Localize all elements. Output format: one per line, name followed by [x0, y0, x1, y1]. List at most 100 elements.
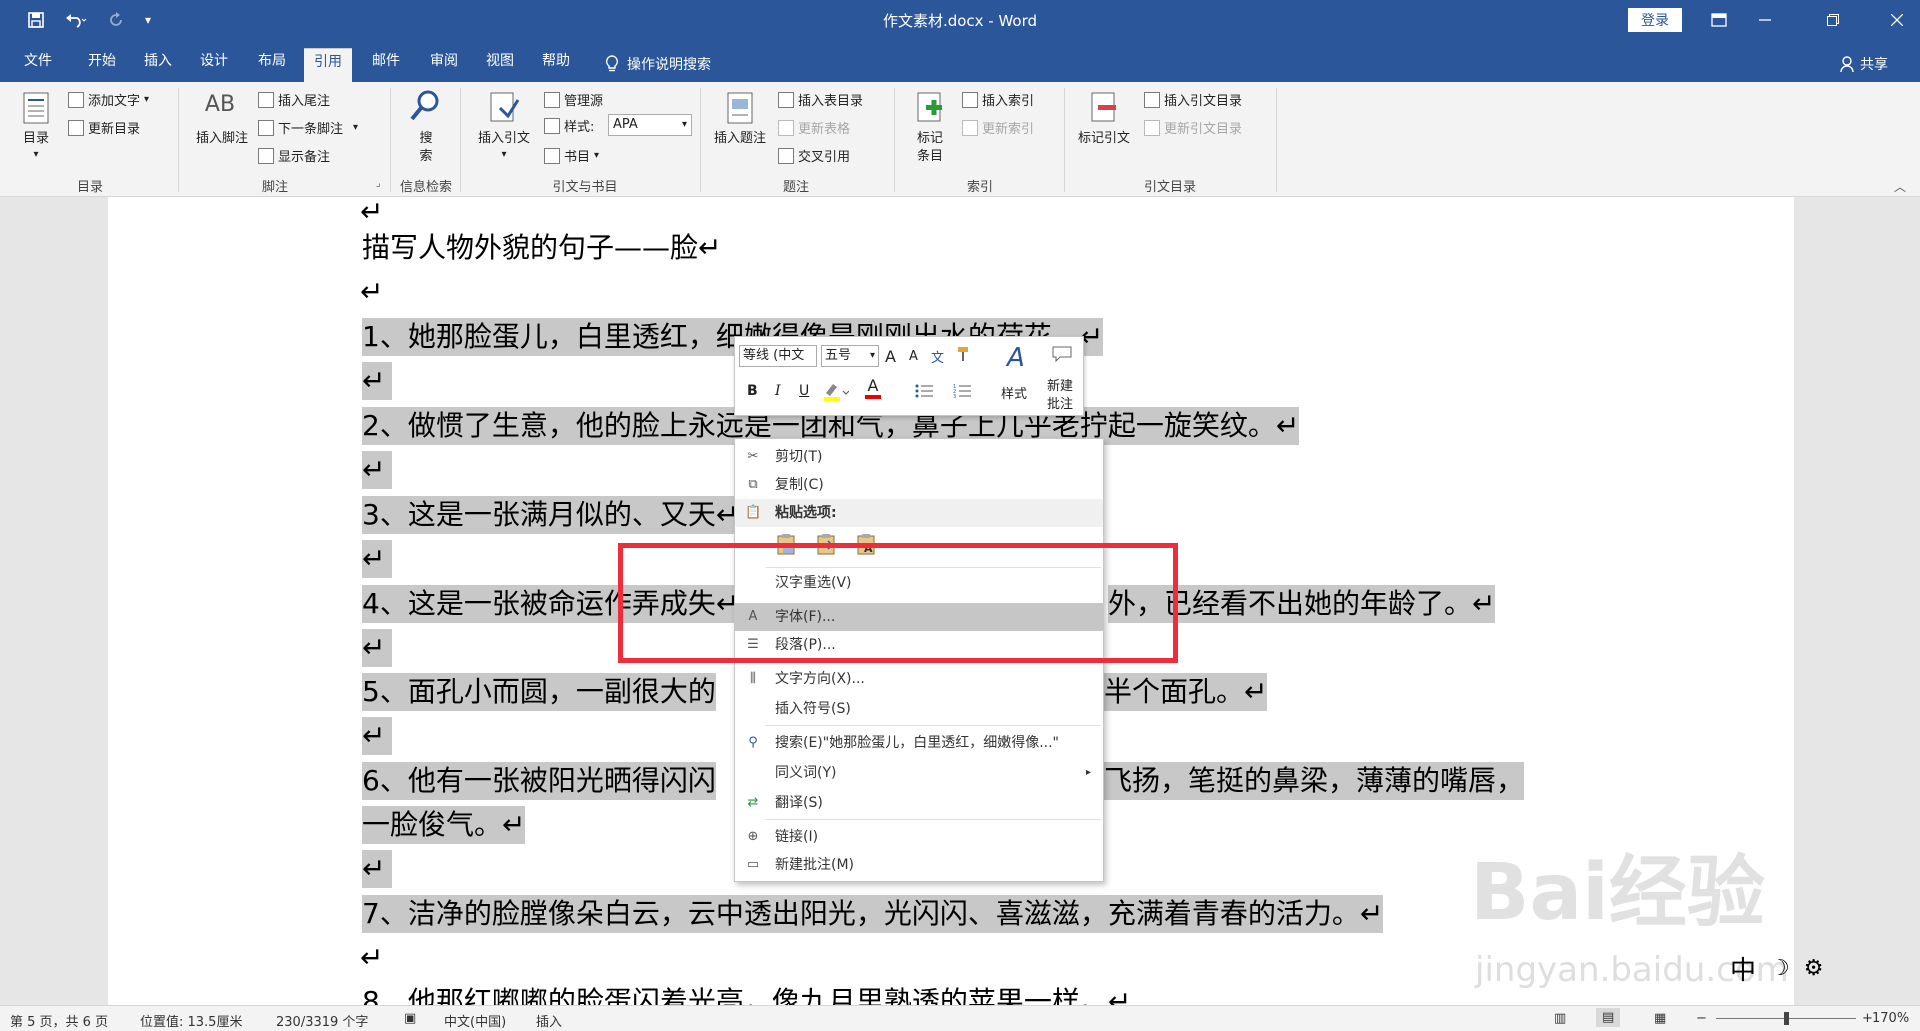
collapse-ribbon-icon[interactable]: ︿ [1894, 178, 1906, 195]
share-button[interactable]: 共享 [1840, 54, 1888, 74]
citation-style-select[interactable]: APA ▾ [608, 114, 692, 136]
grow-font-icon[interactable]: A [885, 347, 896, 366]
phonetic-guide-icon[interactable]: 文 [931, 347, 944, 366]
format-painter-icon[interactable] [955, 345, 973, 363]
styles-label[interactable]: 样式 [1001, 383, 1027, 402]
table-of-authorities-icon [1144, 91, 1160, 108]
menu-item-insert-symbol[interactable]: 插入符号(S) [735, 695, 1103, 723]
menu-item-synonyms[interactable]: 同义词(Y) ▸ [735, 759, 1103, 787]
next-footnote-button[interactable]: 下一条脚注 ▾ [258, 118, 358, 137]
new-comment-label-2[interactable]: 批注 [1047, 393, 1073, 412]
update-index-button[interactable]: 更新索引 [962, 118, 1034, 137]
tab-design[interactable]: 设计 [190, 48, 238, 82]
shrink-font-icon[interactable]: A [909, 349, 918, 364]
insert-citation-icon[interactable] [486, 90, 522, 126]
update-table-of-authorities-button[interactable]: 更新引文目录 [1144, 118, 1242, 137]
update-toc-button[interactable]: 更新目录 [68, 118, 140, 137]
doc-line-6-cont: 一脸俊气。↵ [362, 806, 526, 844]
styles-icon[interactable]: A [1007, 343, 1025, 373]
tell-me-search[interactable]: 操作说明搜索 [605, 54, 711, 74]
bibliography-button[interactable]: 书目 ▾ [544, 146, 599, 165]
tab-references[interactable]: 引用 [304, 48, 352, 82]
menu-item-search[interactable]: ⚲ 搜索(E)"她那脸蛋儿，白里透红，细嫩得像..." [735, 729, 1103, 757]
underline-button[interactable]: U [799, 383, 809, 399]
bullets-icon[interactable] [915, 383, 937, 399]
group-label-footnote: 脚注 [261, 180, 288, 195]
status-language[interactable]: 中文(中国) [444, 1011, 506, 1030]
numbering-icon[interactable]: 123 [953, 383, 975, 399]
menu-item-translate[interactable]: ⇄ 翻译(S) [735, 789, 1103, 817]
ribbon-display-icon[interactable] [1696, 0, 1742, 40]
mark-citation-label[interactable]: 标记引文 [1072, 130, 1136, 147]
mark-entry-label-2[interactable]: 条目 [906, 148, 954, 165]
group-label-index: 索引 [966, 180, 993, 195]
new-comment-icon[interactable] [1051, 345, 1073, 363]
insert-endnote-button[interactable]: 插入尾注 [258, 90, 330, 109]
web-layout-icon[interactable]: ▦ [1654, 1011, 1666, 1026]
search-icon[interactable] [408, 88, 444, 124]
copy-icon: ⧉ [748, 477, 758, 492]
insert-caption-icon[interactable] [722, 90, 758, 126]
menu-item-text-direction[interactable]: ⫼ 文字方向(X)... [735, 665, 1103, 693]
tab-home[interactable]: 开始 [78, 48, 126, 82]
print-layout-icon[interactable]: ▤ [1596, 1008, 1621, 1027]
dialog-launcher-icon[interactable]: ⌟ [376, 178, 381, 189]
status-word-count[interactable]: 230/3319 个字 [276, 1011, 368, 1030]
font-color-icon[interactable]: A [865, 378, 881, 399]
mark-citation-icon[interactable] [1086, 90, 1122, 126]
new-comment-label[interactable]: 新建 [1047, 375, 1073, 394]
zoom-slider-thumb[interactable] [1784, 1012, 1789, 1025]
menu-item-new-comment[interactable]: ▭ 新建批注(M) [735, 851, 1103, 879]
chevron-down-icon: ▾ [594, 150, 600, 161]
insert-table-of-figures-button[interactable]: 插入表目录 [778, 90, 863, 109]
close-icon[interactable] [1874, 0, 1920, 40]
highlight-icon[interactable] [823, 381, 849, 401]
tab-layout[interactable]: 布局 [248, 48, 296, 82]
text-direction-icon: ⫼ [750, 671, 756, 686]
proofing-icon[interactable]: ▣ [404, 1011, 416, 1026]
show-notes-button[interactable]: 显示备注 [258, 146, 330, 165]
gear-icon[interactable]: ⚙ [1804, 956, 1824, 981]
font-size-select[interactable]: 五号 ▾ [821, 345, 879, 367]
mark-entry-icon[interactable] [912, 90, 948, 126]
status-mode[interactable]: 插入 [536, 1011, 562, 1030]
update-table-button[interactable]: 更新表格 [778, 118, 850, 137]
font-name-select[interactable]: 等线 (中文 [739, 345, 817, 367]
tab-mailings[interactable]: 邮件 [362, 48, 410, 82]
mark-entry-label[interactable]: 标记 [906, 130, 954, 147]
zoom-level[interactable]: 170% [1872, 1011, 1909, 1026]
status-bar: 第 5 页，共 6 页 位置值: 13.5厘米 230/3319 个字 ▣ 中文… [0, 1005, 1920, 1031]
status-position: 位置值: 13.5厘米 [140, 1015, 243, 1030]
italic-button[interactable]: I [775, 383, 781, 399]
research-label-2[interactable]: 索 [408, 148, 444, 165]
tab-review[interactable]: 审阅 [420, 48, 468, 82]
table-of-contents-icon[interactable] [18, 90, 54, 126]
tab-file[interactable]: 文件 [14, 48, 62, 82]
read-mode-icon[interactable]: ▥ [1554, 1011, 1566, 1026]
cross-reference-button[interactable]: 交叉引用 [778, 146, 850, 165]
minimize-icon[interactable] [1742, 0, 1788, 40]
insert-footnote-label[interactable]: 插入脚注 [190, 130, 254, 147]
group-divider [390, 88, 391, 192]
restore-icon[interactable] [1810, 0, 1856, 40]
menu-item-cut[interactable]: ✂ 剪切(T) [735, 443, 1103, 471]
add-text-button[interactable]: 添加文字 ▾ [68, 90, 149, 109]
footnote-icon[interactable]: AB [200, 94, 240, 116]
bold-button[interactable]: B [747, 383, 758, 399]
insert-table-of-authorities-button[interactable]: 插入引文目录 [1144, 90, 1242, 109]
insert-index-button[interactable]: 插入索引 [962, 90, 1034, 109]
tab-insert[interactable]: 插入 [134, 48, 182, 82]
menu-item-copy[interactable]: ⧉ 复制(C) [735, 471, 1103, 499]
toc-button-label[interactable]: 目录 [18, 130, 54, 147]
status-page[interactable]: 第 5 页，共 6 页 [10, 1011, 108, 1030]
tab-help[interactable]: 帮助 [532, 48, 580, 82]
ime-indicator[interactable]: 中 ☽ ⚙ [1730, 950, 1823, 987]
zoom-out-icon[interactable]: − [1696, 1011, 1707, 1026]
manage-sources-button[interactable]: 管理源 [544, 90, 603, 109]
tab-view[interactable]: 视图 [476, 48, 524, 82]
insert-caption-label[interactable]: 插入题注 [708, 130, 772, 147]
login-button[interactable]: 登录 [1628, 8, 1682, 32]
research-label[interactable]: 搜 [408, 130, 444, 147]
menu-item-link[interactable]: ⊕ 链接(I) [735, 823, 1103, 851]
insert-citation-label[interactable]: 插入引文 [472, 130, 536, 147]
